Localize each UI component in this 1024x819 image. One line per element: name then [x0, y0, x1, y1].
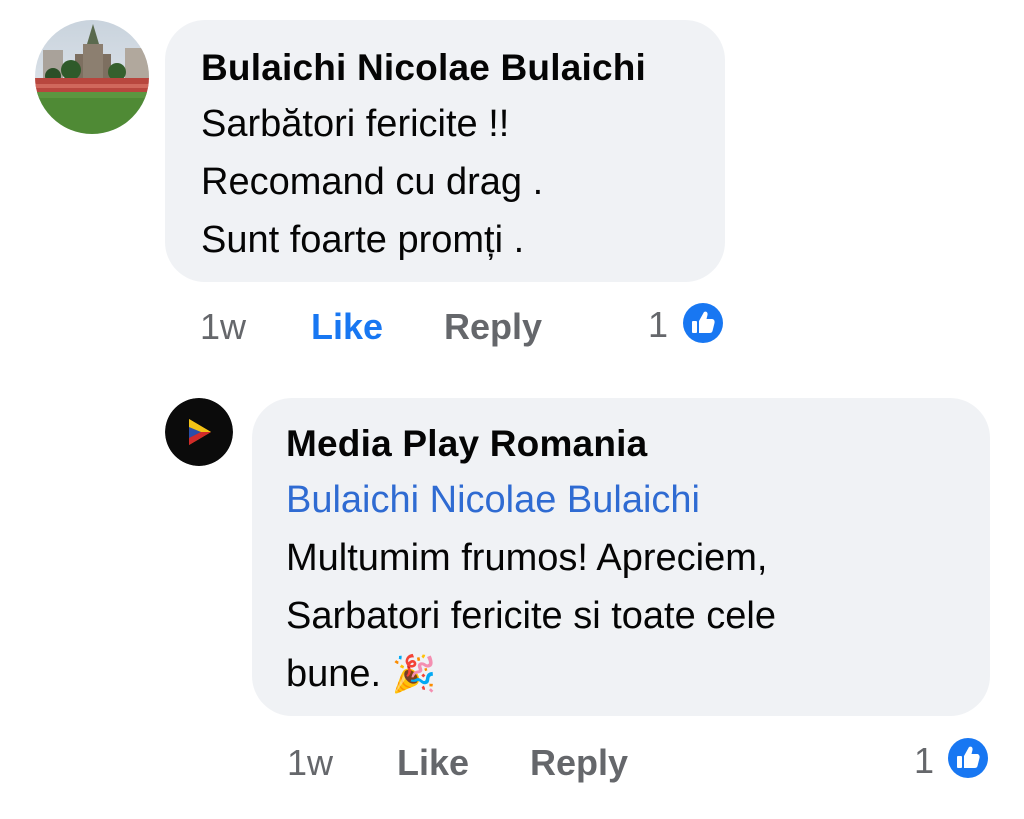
- comment-text-line-2: Recomand cu drag .: [201, 161, 544, 203]
- comment-timestamp[interactable]: 1w: [200, 306, 246, 348]
- avatar-photo: [35, 20, 149, 134]
- avatar[interactable]: [165, 398, 233, 466]
- reply-bubble: Media Play Romania Bulaichi Nicolae Bula…: [252, 398, 990, 716]
- reply-button[interactable]: Reply: [530, 742, 628, 784]
- comment-text-line-1: Sarbători fericite !!: [201, 103, 510, 145]
- comment-author[interactable]: Bulaichi Nicolae Bulaichi: [201, 46, 646, 90]
- reply-text-line-3: bune. 🎉: [286, 651, 436, 697]
- play-triangle-icon: [165, 398, 233, 466]
- reply-timestamp[interactable]: 1w: [287, 742, 333, 784]
- reaction-count[interactable]: 1: [914, 740, 934, 782]
- like-button[interactable]: Like: [397, 742, 469, 784]
- reaction-count[interactable]: 1: [648, 304, 668, 346]
- reply-text-line-3-text: bune.: [286, 653, 382, 695]
- comment-text-line-3: Sunt foarte promți .: [201, 219, 525, 261]
- thumbs-up-icon[interactable]: [679, 299, 727, 347]
- reply-author[interactable]: Media Play Romania: [286, 422, 647, 466]
- like-button[interactable]: Like: [311, 306, 383, 348]
- reply-text-line-2: Sarbatori fericite si toate cele: [286, 595, 777, 637]
- party-popper-icon: 🎉: [391, 653, 437, 694]
- avatar[interactable]: [35, 20, 149, 134]
- thumbs-up-icon[interactable]: [944, 734, 992, 782]
- reply-text-line-1: Multumim frumos! Apreciem,: [286, 537, 768, 579]
- comment-bubble: Bulaichi Nicolae Bulaichi Sarbători feri…: [165, 20, 725, 282]
- mention-link[interactable]: Bulaichi Nicolae Bulaichi: [286, 477, 700, 523]
- reply-button[interactable]: Reply: [444, 306, 542, 348]
